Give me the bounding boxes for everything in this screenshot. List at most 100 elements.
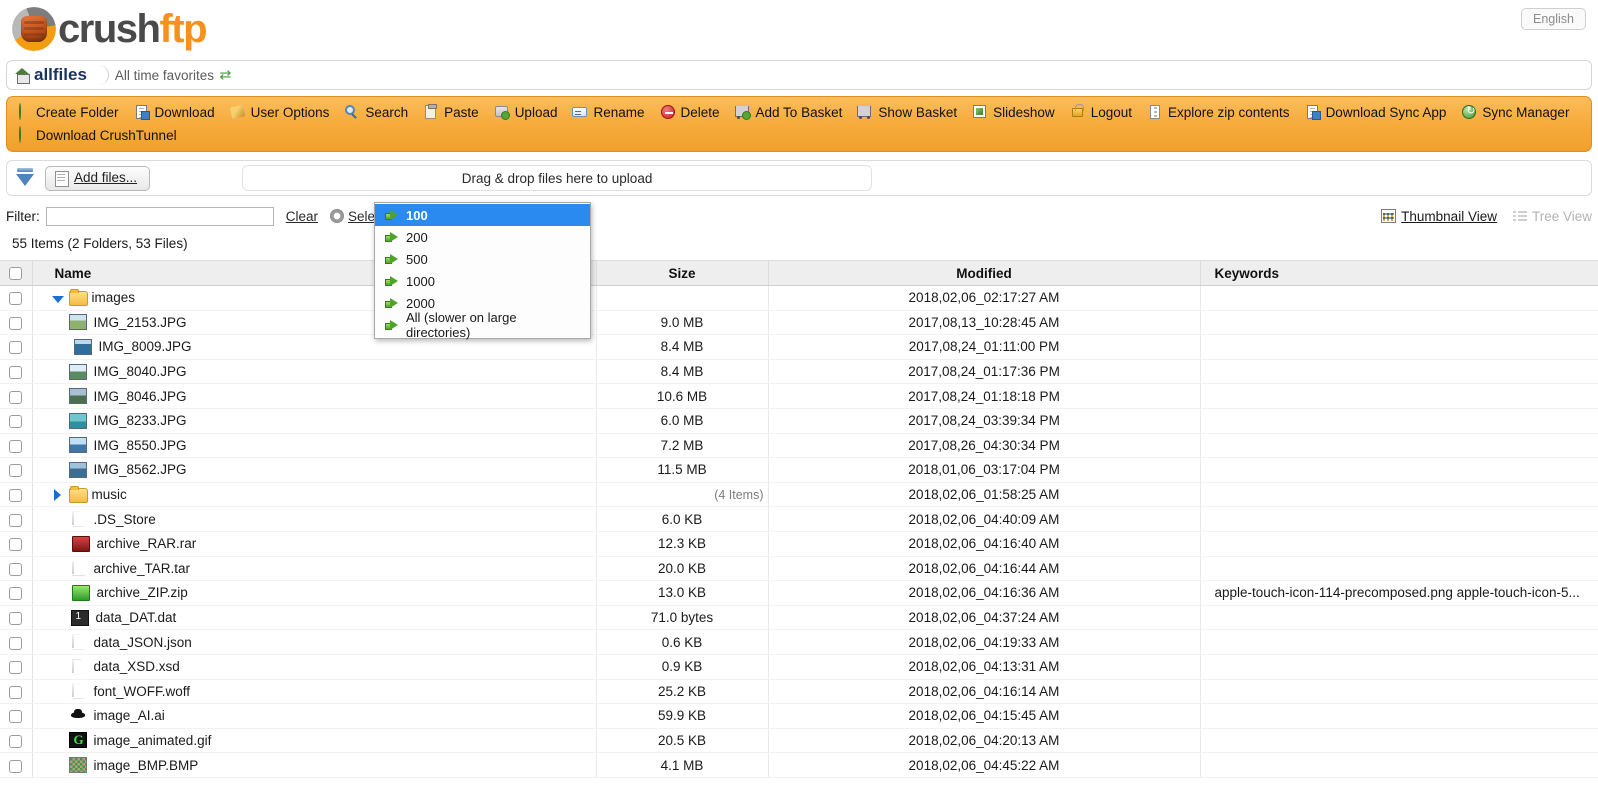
file-name-cell[interactable]: IMG_8046.JPG	[32, 383, 596, 409]
column-header-modified[interactable]: Modified	[767, 260, 1200, 286]
dropdown-option-1000[interactable]: 1000	[375, 270, 590, 292]
toolbar-item-search[interactable]: Search	[344, 103, 408, 121]
dropdown-option-500[interactable]: 500	[375, 248, 590, 270]
file-name-cell[interactable]: archive_ZIP.zip	[32, 580, 596, 606]
dropdown-option-100[interactable]: 100	[375, 204, 590, 226]
row-select-cell[interactable]	[0, 580, 33, 606]
table-row[interactable]: image_BMP.BMP 4.1 MB 2018,02,06_04:45:22 A…	[0, 752, 1598, 778]
table-row[interactable]: .DS_Store 6.0 KB 2018,02,06_04:40:09 AM	[0, 506, 1598, 532]
table-row[interactable]: images 2018,02,06_02:17:27 AM	[0, 285, 1598, 311]
row-checkbox[interactable]	[9, 587, 23, 601]
file-name-cell[interactable]: IMG_8040.JPG	[32, 359, 596, 385]
row-select-cell[interactable]	[0, 728, 33, 754]
table-row[interactable]: image_AI.ai 59.9 KB 2018,02,06_04:15:45 AM	[0, 703, 1598, 729]
table-row[interactable]: data_XSD.xsd 0.9 KB 2018,02,06_04:13:31 AM	[0, 654, 1598, 680]
file-name-cell[interactable]: image_AI.ai	[32, 703, 596, 729]
table-row[interactable]: data_JSON.json 0.6 KB 2018,02,06_04:19:33 …	[0, 629, 1598, 655]
file-name-cell[interactable]: archive_TAR.tar	[32, 556, 596, 582]
row-checkbox[interactable]	[9, 685, 23, 699]
row-checkbox[interactable]	[9, 439, 23, 453]
add-files-button[interactable]: Add files...	[45, 165, 151, 191]
filter-input[interactable]	[45, 206, 274, 226]
tree-view-button[interactable]: Tree View	[1512, 209, 1592, 224]
toolbar-item-paste[interactable]: Paste	[423, 103, 479, 121]
toolbar-item-delete[interactable]: Delete	[660, 103, 720, 121]
row-checkbox[interactable]	[9, 538, 23, 552]
row-select-cell[interactable]	[0, 703, 33, 729]
file-name-cell[interactable]: archive_RAR.rar	[32, 531, 596, 557]
table-row[interactable]: font_WOFF.woff 25.2 KB 2018,02,06_04:16:14…	[0, 679, 1598, 705]
file-name-cell[interactable]: music	[32, 482, 596, 508]
toolbar-item-download[interactable]: Download	[134, 103, 215, 121]
row-select-cell[interactable]	[0, 605, 33, 631]
toolbar-item-logout[interactable]: Logout	[1070, 103, 1132, 121]
row-checkbox[interactable]	[9, 464, 23, 478]
row-checkbox[interactable]	[9, 734, 23, 748]
table-row[interactable]: IMG_8040.JPG 8.4 MB 2017,08,24_01:17:36 PM	[0, 359, 1598, 385]
dropdown-option-200[interactable]: 200	[375, 226, 590, 248]
row-select-cell[interactable]	[0, 531, 33, 557]
row-select-cell[interactable]	[0, 482, 33, 508]
column-header-size[interactable]: Size	[595, 260, 768, 286]
row-checkbox[interactable]	[9, 513, 23, 527]
row-select-cell[interactable]	[0, 285, 33, 311]
row-select-cell[interactable]	[0, 433, 33, 459]
table-row[interactable]: IMG_8550.JPG 7.2 MB 2017,08,26_04:30:34 PM	[0, 433, 1598, 459]
select-all-checkbox[interactable]	[9, 267, 23, 281]
file-name-cell[interactable]: data_DAT.dat	[32, 605, 596, 631]
row-checkbox[interactable]	[9, 611, 23, 625]
file-name-cell[interactable]: image_animated.gif	[32, 728, 596, 754]
table-row[interactable]: IMG_8009.JPG 8.4 MB 2017,08,24_01:11:00 PM	[0, 334, 1598, 360]
row-select-cell[interactable]	[0, 629, 33, 655]
expand-toggle-icon[interactable]	[51, 488, 65, 502]
select-all-header[interactable]	[0, 260, 33, 286]
row-select-cell[interactable]	[0, 654, 33, 680]
table-row[interactable]: IMG_8562.JPG 11.5 MB 2018,01,06_03:17:04 P…	[0, 457, 1598, 483]
table-row[interactable]: music (4 Items) 2018,02,06_01:58:25 AM	[0, 482, 1598, 508]
row-checkbox[interactable]	[9, 759, 23, 773]
file-name-cell[interactable]: font_WOFF.woff	[32, 679, 596, 705]
row-select-cell[interactable]	[0, 506, 33, 532]
table-row[interactable]: IMG_8046.JPG 10.6 MB 2017,08,24_01:18:18 P…	[0, 383, 1598, 409]
file-name-cell[interactable]: data_JSON.json	[32, 629, 596, 655]
row-select-cell[interactable]	[0, 556, 33, 582]
toolbar-item-show-basket[interactable]: Show Basket	[857, 103, 957, 121]
drag-drop-zone[interactable]: Drag & drop files here to upload	[242, 165, 873, 191]
toolbar-item-download-sync-app[interactable]: Download Sync App	[1305, 103, 1446, 121]
toolbar-item-slideshow[interactable]: Slideshow	[972, 103, 1055, 121]
row-checkbox[interactable]	[9, 636, 23, 650]
toolbar-item-add-to-basket[interactable]: Add To Basket	[734, 103, 842, 121]
row-select-cell[interactable]	[0, 334, 33, 360]
file-name-cell[interactable]: image_BMP.BMP	[32, 752, 596, 778]
row-checkbox[interactable]	[9, 366, 23, 380]
toolbar-item-explore-zip-contents[interactable]: Explore zip contents	[1147, 103, 1290, 121]
column-header-keywords[interactable]: Keywords	[1199, 260, 1598, 286]
refresh-icon[interactable]: ⇄	[219, 67, 231, 83]
table-row[interactable]: IMG_8233.JPG 6.0 MB 2017,08,24_03:39:34 PM	[0, 408, 1598, 434]
breadcrumb-root[interactable]: allfiles	[15, 65, 87, 85]
thumbnail-view-button[interactable]: Thumbnail View	[1381, 209, 1497, 224]
show-items-dropdown[interactable]: 100 200 500 1000 2000 All (slower on large di…	[374, 202, 591, 340]
table-row[interactable]: archive_RAR.rar 12.3 KB 2018,02,06_04:16:4…	[0, 531, 1598, 557]
row-checkbox[interactable]	[9, 710, 23, 724]
row-select-cell[interactable]	[0, 408, 33, 434]
dropdown-option-all[interactable]: All (slower on large directories)	[375, 310, 590, 340]
toolbar-item-create-folder[interactable]: Create Folder	[15, 103, 119, 121]
file-name-cell[interactable]: IMG_8233.JPG	[32, 408, 596, 434]
language-button[interactable]: English	[1521, 8, 1586, 30]
row-select-cell[interactable]	[0, 457, 33, 483]
row-select-cell[interactable]	[0, 383, 33, 409]
row-checkbox[interactable]	[9, 488, 23, 502]
row-checkbox[interactable]	[9, 415, 23, 429]
row-checkbox[interactable]	[9, 661, 23, 675]
table-row[interactable]: IMG_2153.JPG 9.0 MB 2017,08,13_10:28:45 AM	[0, 310, 1598, 336]
row-select-cell[interactable]	[0, 679, 33, 705]
file-name-cell[interactable]: .DS_Store	[32, 506, 596, 532]
row-select-cell[interactable]	[0, 359, 33, 385]
row-checkbox[interactable]	[9, 390, 23, 404]
toolbar-item-download-crushtunnel[interactable]: Download CrushTunnel	[15, 126, 1583, 144]
file-name-cell[interactable]: data_XSD.xsd	[32, 654, 596, 680]
table-row[interactable]: archive_ZIP.zip 13.0 KB 2018,02,06_04:16:3…	[0, 580, 1598, 606]
table-row[interactable]: archive_TAR.tar 20.0 KB 2018,02,06_04:16:4…	[0, 556, 1598, 582]
toolbar-item-user-options[interactable]: User Options	[229, 103, 329, 121]
